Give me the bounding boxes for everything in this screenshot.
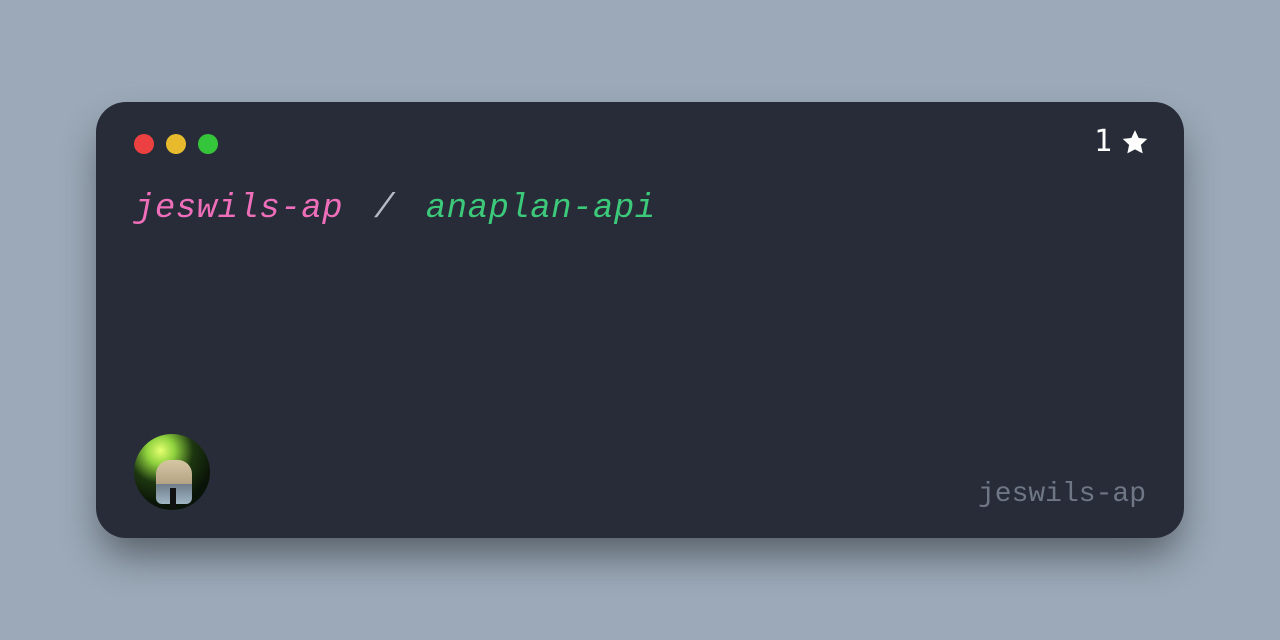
repo-card: 1 jeswils-ap / anaplan-api jeswils-ap bbox=[96, 102, 1184, 538]
owner-link[interactable]: jeswils-ap bbox=[134, 190, 343, 228]
zoom-icon[interactable] bbox=[198, 134, 218, 154]
star-count[interactable]: 1 bbox=[1094, 124, 1150, 159]
repo-link[interactable]: anaplan-api bbox=[426, 190, 656, 228]
star-icon bbox=[1120, 127, 1150, 157]
title-separator: / bbox=[374, 190, 395, 228]
avatar[interactable] bbox=[134, 434, 210, 510]
window-traffic-lights bbox=[134, 134, 1146, 154]
author-label: jeswils-ap bbox=[978, 479, 1146, 510]
repo-title: jeswils-ap / anaplan-api bbox=[134, 190, 1146, 228]
minimize-icon[interactable] bbox=[166, 134, 186, 154]
close-icon[interactable] bbox=[134, 134, 154, 154]
star-count-value: 1 bbox=[1094, 124, 1112, 159]
